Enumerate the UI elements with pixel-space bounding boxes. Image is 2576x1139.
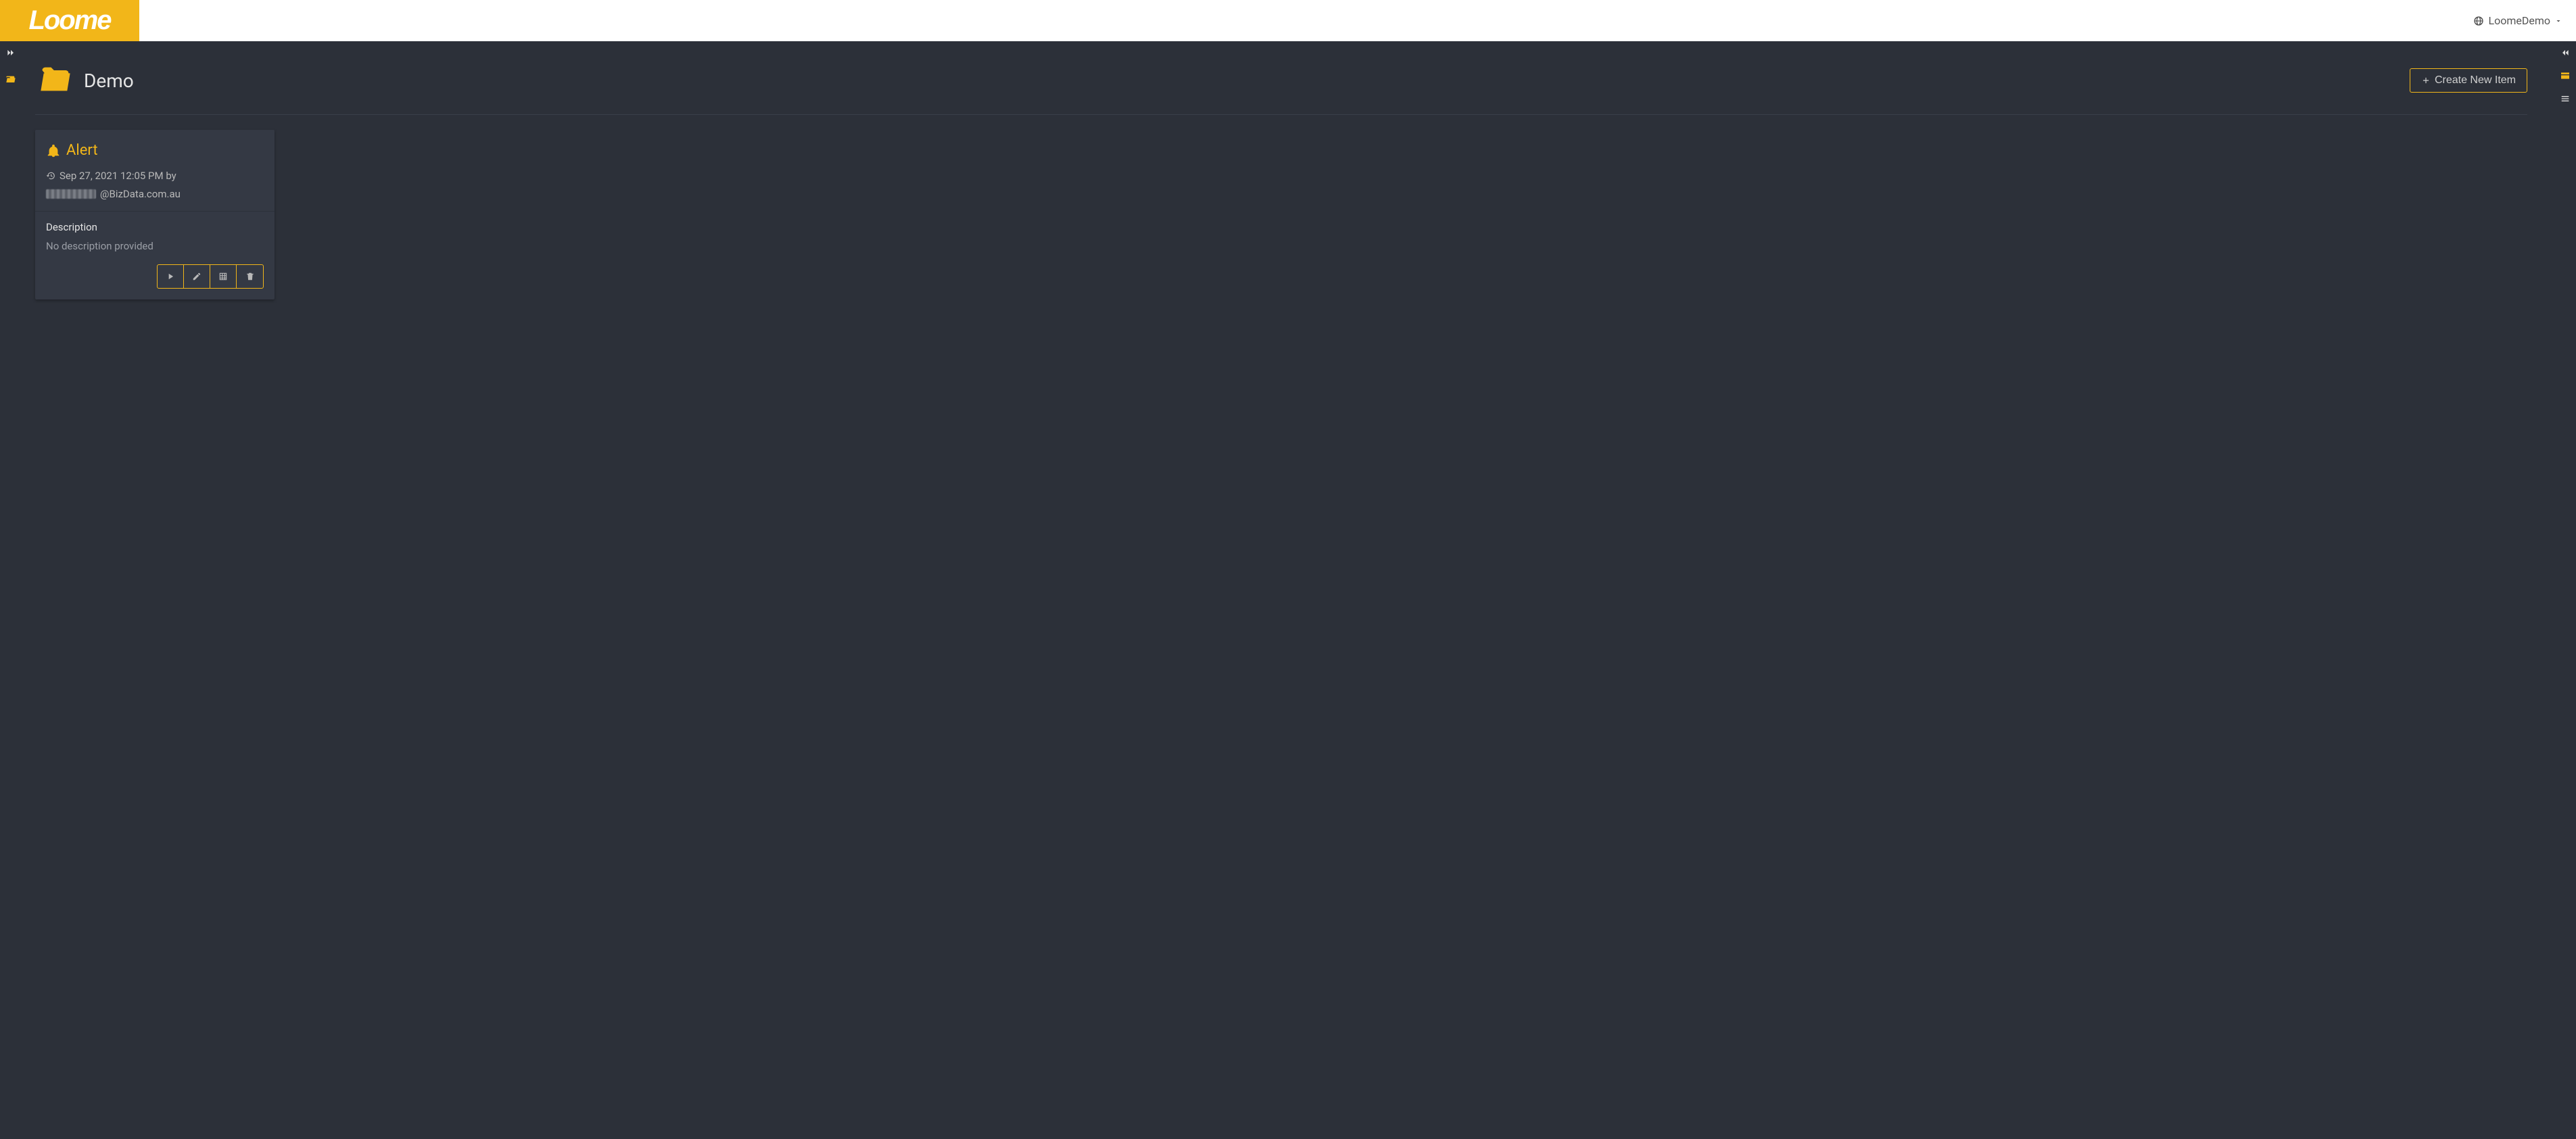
logo-text: Loome xyxy=(28,5,110,36)
card-title: Alert xyxy=(66,142,98,159)
redacted-author xyxy=(46,189,96,199)
bell-icon xyxy=(46,143,61,158)
description-text: No description provided xyxy=(46,240,264,252)
grid-button[interactable] xyxy=(210,265,237,288)
card-timestamp: Sep 27, 2021 12:05 PM by xyxy=(59,168,176,184)
plus-icon xyxy=(2421,76,2431,85)
card-author-suffix: @BizData.com.au xyxy=(100,187,181,202)
card-action-group xyxy=(157,264,264,289)
right-rail xyxy=(2554,41,2576,1139)
tenant-dropdown[interactable]: LoomeDemo xyxy=(2473,0,2576,41)
topbar-spacer xyxy=(139,0,2473,41)
list-view-button[interactable] xyxy=(2558,91,2573,106)
folder-nav-button[interactable] xyxy=(3,72,18,87)
expand-left-button[interactable] xyxy=(3,45,18,60)
logo[interactable]: Loome xyxy=(0,0,139,41)
play-icon xyxy=(166,272,175,281)
description-label: Description xyxy=(46,221,264,233)
topbar: Loome LoomeDemo xyxy=(0,0,2576,41)
page-header: Demo Create New Item xyxy=(35,62,2527,115)
card-title-row[interactable]: Alert xyxy=(46,142,264,159)
run-button[interactable] xyxy=(158,265,184,288)
trash-icon xyxy=(245,272,255,281)
chevron-down-icon xyxy=(2554,17,2562,25)
edit-icon xyxy=(192,272,201,281)
card-header: Alert Sep 27, 2021 12:05 PM by @BizData.… xyxy=(35,130,275,211)
globe-icon xyxy=(2473,16,2484,26)
card-view-icon xyxy=(2560,70,2571,81)
main-content: Demo Create New Item Alert Sep 27, 2021 … xyxy=(22,41,2554,1139)
create-button-label: Create New Item xyxy=(2435,74,2516,87)
page-folder-icon xyxy=(35,62,76,99)
card-actions xyxy=(46,264,264,289)
create-new-item-button[interactable]: Create New Item xyxy=(2410,68,2527,93)
edit-button[interactable] xyxy=(184,265,210,288)
tenant-label: LoomeDemo xyxy=(2488,14,2550,27)
list-icon xyxy=(2560,93,2571,104)
card-meta: Sep 27, 2021 12:05 PM by @BizData.com.au xyxy=(46,168,264,201)
history-icon xyxy=(46,171,55,180)
delete-button[interactable] xyxy=(237,265,263,288)
chevrons-right-icon xyxy=(5,47,16,58)
folder-open-icon xyxy=(5,74,16,85)
chevrons-left-icon xyxy=(2560,47,2571,58)
folder-open-icon xyxy=(35,62,76,97)
card-view-button[interactable] xyxy=(2558,68,2573,83)
table-icon xyxy=(218,272,228,281)
workspace: Demo Create New Item Alert Sep 27, 2021 … xyxy=(0,41,2576,1139)
left-rail xyxy=(0,41,22,1139)
item-card: Alert Sep 27, 2021 12:05 PM by @BizData.… xyxy=(35,130,275,299)
collapse-right-button[interactable] xyxy=(2558,45,2573,60)
card-body: Description No description provided xyxy=(35,212,275,299)
page-title: Demo xyxy=(84,70,134,92)
